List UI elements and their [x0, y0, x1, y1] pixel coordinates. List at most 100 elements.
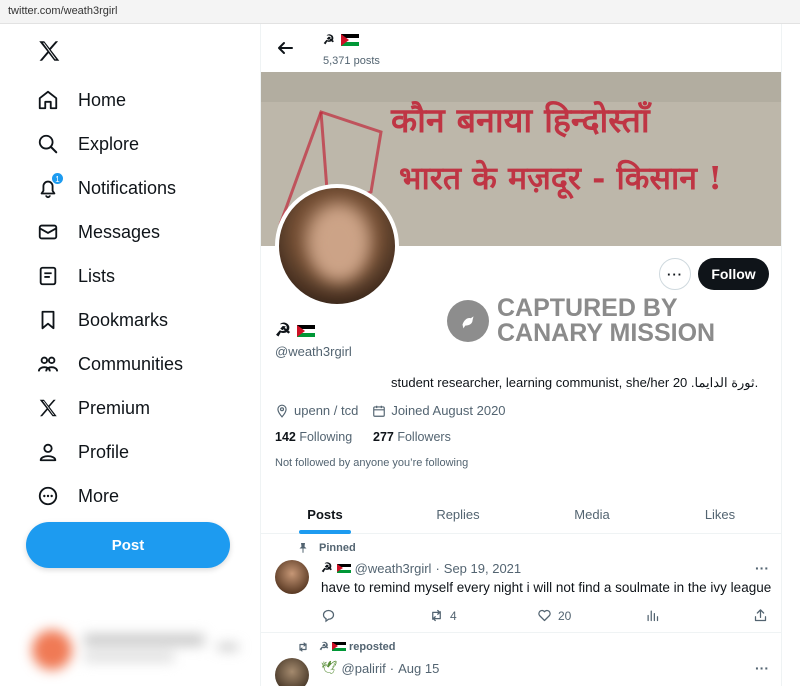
repost-count: 4 — [450, 608, 457, 623]
sidebar-item-communities[interactable]: Communities — [36, 346, 183, 382]
browser-url-bar[interactable]: twitter.com/weath3rgirl — [0, 0, 800, 24]
home-icon — [36, 88, 60, 112]
more-options-button[interactable]: ··· — [659, 258, 691, 290]
sidebar-item-label: Communities — [78, 353, 184, 374]
sidebar-item-label: Lists — [78, 265, 116, 286]
tab-likes[interactable]: Likes — [657, 494, 781, 534]
person-icon — [36, 440, 60, 464]
palestine-flag-icon — [336, 563, 351, 573]
tweet-handle[interactable]: @weath3rgirl — [355, 561, 432, 576]
sidebar-item-explore[interactable]: Explore — [36, 126, 139, 162]
sidebar-item-premium[interactable]: Premium — [36, 390, 150, 426]
header-posts-count: 5,371 posts — [323, 55, 380, 67]
sidebar-item-home[interactable]: Home — [36, 82, 126, 118]
heart-icon — [538, 609, 551, 622]
share-icon — [754, 609, 767, 622]
share-button[interactable] — [753, 608, 768, 623]
pinned-text: Pinned — [319, 542, 356, 554]
pin-icon — [299, 543, 307, 553]
sidebar-item-bookmarks[interactable]: Bookmarks — [36, 302, 168, 338]
sidebar-item-label: Bookmarks — [78, 309, 169, 330]
repost-icon — [432, 609, 441, 622]
repost-icon — [299, 641, 307, 652]
sidebar-item-label: Messages — [78, 221, 161, 242]
following-label: Following — [299, 430, 353, 444]
profile-bio: student researcher, learning communist, … — [391, 375, 759, 390]
tweet-separator: · — [389, 660, 395, 676]
tweet-divider — [261, 632, 781, 633]
tab-media[interactable]: Media — [527, 494, 657, 534]
followers-link[interactable]: 277 Followers — [373, 430, 451, 444]
sidebar-item-notifications[interactable]: 1 Notifications — [36, 170, 176, 206]
watermark-line-1: CAPTURED BY — [497, 294, 678, 322]
bell-icon: 1 — [36, 172, 64, 200]
list-icon — [36, 264, 60, 288]
tweet-more-button[interactable]: ··· — [755, 660, 769, 676]
sidebar-item-label: Explore — [78, 133, 140, 154]
sidebar-item-more[interactable]: More — [36, 478, 119, 514]
joined-text: Joined August 2020 — [391, 403, 506, 418]
palestine-flag-icon — [340, 34, 359, 46]
tweet-repost[interactable]: ☭ reposted 🕊 @palirif · Aug 15 ··· — [261, 636, 781, 686]
x-premium-icon — [36, 396, 60, 420]
canary-mission-watermark: CAPTURED BY CANARY MISSION — [447, 296, 715, 346]
header-name-text: ☭ — [323, 32, 335, 47]
tweet-avatar[interactable] — [275, 560, 309, 594]
tab-replies[interactable]: Replies — [393, 494, 523, 534]
tweet-avatar[interactable] — [275, 658, 309, 686]
views-button[interactable] — [645, 608, 660, 623]
profile-tabs: Posts Replies Media Likes — [261, 494, 781, 534]
watermark-line-2: CANARY MISSION — [497, 319, 716, 347]
pinned-label: Pinned — [297, 542, 356, 554]
repost-button[interactable]: 4 — [429, 608, 457, 623]
tweet-actions: 4 20 — [321, 608, 771, 626]
repost-context-text: reposted — [349, 640, 396, 653]
tweet-handle[interactable]: @palirif — [342, 661, 386, 676]
notification-badge: 1 — [51, 172, 64, 185]
follow-button[interactable]: Follow — [698, 258, 769, 290]
following-link[interactable]: 142 Following — [275, 430, 352, 444]
sidebar-item-label: Profile — [78, 441, 130, 462]
tweet-more-button[interactable]: ··· — [755, 560, 769, 576]
following-count: 142 — [275, 430, 296, 444]
sidebar-item-label: More — [78, 485, 120, 506]
like-button[interactable]: 20 — [537, 608, 571, 623]
more-circle-icon — [36, 484, 60, 508]
joined-item: Joined August 2020 — [372, 403, 506, 418]
reply-button[interactable] — [321, 608, 342, 623]
banner-text-line-1: कौन बनाया हिन्दोस्ताँ — [391, 101, 650, 141]
profile-display-name: ☭ — [275, 320, 316, 341]
sidebar-item-profile[interactable]: Profile — [36, 434, 129, 470]
profile-column: ☭ 5,371 posts कौन बनाया हिन्दोस्ताँ भारत… — [260, 24, 782, 686]
envelope-icon — [36, 220, 60, 244]
post-button[interactable]: Post — [26, 522, 230, 568]
calendar-icon — [373, 405, 386, 417]
sidebar-item-messages[interactable]: Messages — [36, 214, 160, 250]
sidebar-item-label: Home — [78, 89, 127, 110]
banner-text-line-2: भारत के मज़दूर - किसान ! — [399, 159, 723, 197]
back-arrow-icon[interactable] — [275, 38, 295, 58]
profile-handle: @weath3rgirl — [275, 344, 352, 359]
tweet-author-name: ☭ — [321, 560, 333, 575]
x-logo-icon[interactable] — [36, 38, 62, 64]
palestine-flag-icon — [331, 642, 346, 651]
account-switcher-blurred[interactable] — [28, 624, 248, 674]
tweet-date[interactable]: Aug 15 — [398, 661, 439, 676]
tweet-header: ☭ @weath3rgirl · Sep 19, 2021 — [321, 560, 521, 576]
sidebar-item-lists[interactable]: Lists — [36, 258, 115, 294]
bookmark-icon — [36, 308, 60, 332]
tweet-pinned[interactable]: Pinned ☭ @weath3rgirl · Sep 19, 2021 ···… — [261, 536, 781, 632]
profile-name-text: ☭ — [275, 320, 292, 340]
tweet-date[interactable]: Sep 19, 2021 — [444, 561, 521, 576]
tweet-separator: · — [435, 560, 440, 576]
palestine-flag-icon — [297, 324, 316, 337]
profile-meta: upenn / tcd Joined August 2020 — [275, 403, 520, 418]
not-followed-note: Not followed by anyone you’re following — [275, 457, 469, 469]
location-item: upenn / tcd — [275, 403, 358, 418]
active-tab-indicator — [299, 530, 351, 534]
tab-posts[interactable]: Posts — [261, 494, 389, 534]
canary-bird-icon — [447, 300, 489, 342]
followers-count: 277 — [373, 430, 394, 444]
tweet-header: 🕊 @palirif · Aug 15 — [321, 660, 439, 676]
profile-avatar[interactable] — [275, 184, 399, 308]
